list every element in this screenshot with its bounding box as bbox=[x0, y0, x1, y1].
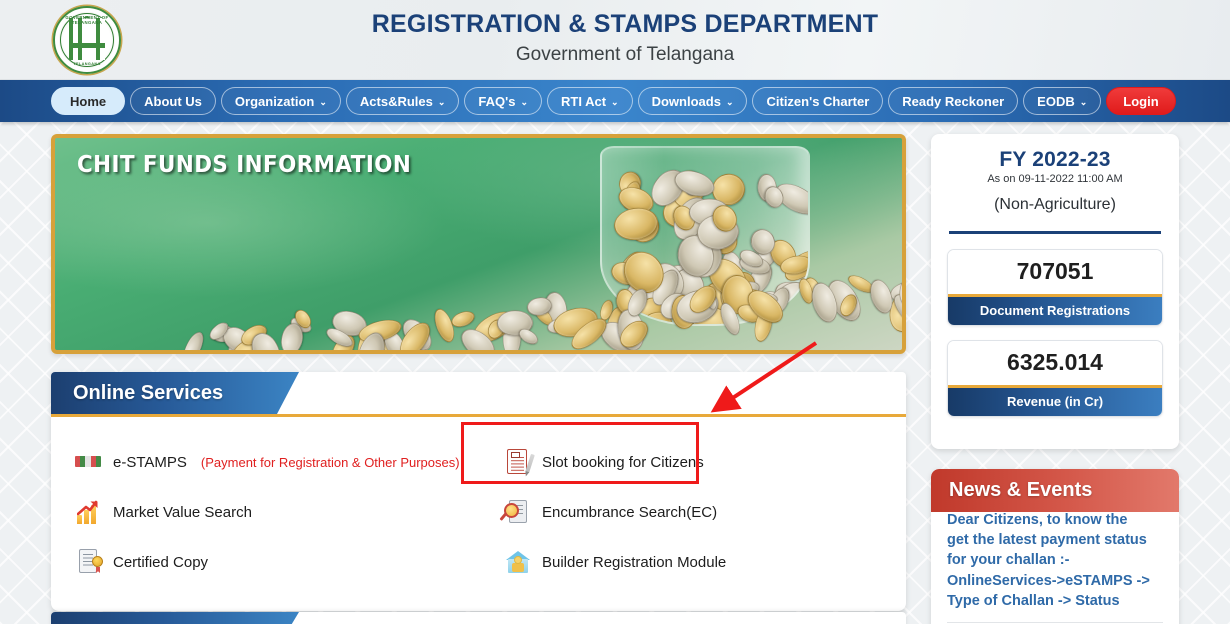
site-header: GOVERNMENT OF TELANGANA TELANGANA REGIST… bbox=[0, 0, 1230, 80]
nav-item-rti-act[interactable]: RTI Act ⌄ bbox=[547, 87, 633, 115]
nav-item-faq-s[interactable]: FAQ's ⌄ bbox=[464, 87, 543, 115]
estamps-logo-icon bbox=[75, 448, 103, 476]
services-right-column: Slot booking for Citizens Encumbrance Sea… bbox=[478, 437, 905, 587]
banner-title: CHIT FUNDS INFORMATION bbox=[77, 152, 412, 178]
service-label: Certified Copy bbox=[113, 553, 209, 571]
stat-label: Document Registrations bbox=[948, 293, 1162, 325]
next-panel-preview bbox=[51, 612, 906, 624]
stat-box-list: 707051 Document Registrations 6325.014 Reve… bbox=[947, 248, 1163, 417]
nav-item-label: Home bbox=[70, 93, 107, 109]
page-title: REGISTRATION & STAMPS DEPARTMENT bbox=[371, 10, 879, 38]
service-link-encumbrance-search-ec[interactable]: Encumbrance Search(EC) bbox=[478, 487, 905, 537]
news-events-title: News & Events bbox=[931, 468, 1179, 512]
service-link-market-value-search[interactable]: Market Value Search bbox=[51, 487, 478, 537]
chevron-down-icon: ⌄ bbox=[725, 96, 734, 107]
bar-chart-up-icon bbox=[75, 498, 103, 526]
next-panel-tab bbox=[51, 612, 299, 624]
nav-item-downloads[interactable]: Downloads ⌄ bbox=[637, 87, 748, 115]
service-label: e-STAMPS bbox=[113, 453, 187, 471]
nav-item-login[interactable]: Login bbox=[1106, 87, 1176, 115]
page-root: GOVERNMENT OF TELANGANA TELANGANA REGIST… bbox=[0, 0, 1230, 624]
document-pen-icon bbox=[504, 448, 535, 476]
online-services-body: e-STAMPS (Payment for Registration & Othe… bbox=[51, 417, 906, 611]
stat-box: 6325.014 Revenue (in Cr) bbox=[947, 339, 1163, 417]
chevron-down-icon: ⌄ bbox=[1079, 96, 1088, 107]
nav-item-label: Citizen's Charter bbox=[766, 93, 870, 109]
nav-item-acts-rules[interactable]: Acts&Rules ⌄ bbox=[345, 87, 460, 115]
chevron-down-icon: ⌄ bbox=[520, 96, 529, 107]
nav-item-label: EODB bbox=[1037, 93, 1075, 109]
document-magnifier-icon bbox=[504, 498, 532, 526]
services-left-column: e-STAMPS (Payment for Registration & Othe… bbox=[51, 437, 478, 587]
nav-item-label: Downloads bbox=[651, 93, 721, 109]
chevron-down-icon: ⌄ bbox=[319, 96, 327, 107]
fiscal-year-title: FY 2022-23 bbox=[999, 148, 1111, 171]
main-content: CHIT FUNDS INFORMATION Online Services e… bbox=[0, 122, 1230, 624]
stat-box: 707051 Document Registrations bbox=[947, 248, 1163, 326]
service-link-builder-registration-module[interactable]: Builder Registration Module bbox=[478, 537, 905, 587]
nav-item-home[interactable]: Home bbox=[51, 87, 126, 115]
stat-value: 707051 bbox=[948, 249, 1162, 294]
as-on-timestamp: As on 09-11-2022 11:00 AM bbox=[987, 173, 1123, 185]
news-events-body: Dear Citizens, to know the latest get th… bbox=[931, 509, 1179, 624]
service-link-e-stamps[interactable]: e-STAMPS (Payment for Registration & Othe… bbox=[51, 437, 478, 487]
nav-item-label: Acts&Rules bbox=[359, 93, 433, 109]
nav-item-citizen-s-charter[interactable]: Citizen's Charter bbox=[752, 87, 884, 115]
news-clipped-line: Dear Citizens, to know the latest bbox=[947, 511, 1128, 528]
nav-item-about-us[interactable]: About Us bbox=[130, 87, 216, 115]
online-services-panel: Online Services e-STAMPS (Payment for Reg… bbox=[51, 372, 906, 611]
nav-item-label: Organization bbox=[234, 93, 315, 109]
left-column: CHIT FUNDS INFORMATION Online Services e… bbox=[51, 134, 906, 624]
service-link-certified-copy[interactable]: Certified Copy bbox=[51, 537, 478, 587]
nav-item-ready-reckoner[interactable]: Ready Reckoner bbox=[888, 87, 1019, 115]
chit-funds-banner[interactable]: CHIT FUNDS INFORMATION bbox=[51, 134, 906, 354]
nav-item-label: Login bbox=[1123, 93, 1159, 109]
right-column: FY 2022-23 As on 09-11-2022 11:00 AM (No… bbox=[931, 134, 1179, 624]
nav-item-label: Ready Reckoner bbox=[902, 93, 1005, 109]
news-events-card: News & Events Dear Citizens, to know the… bbox=[931, 468, 1179, 624]
house-builder-icon bbox=[504, 548, 532, 576]
nav-item-eodb[interactable]: EODB ⌄ bbox=[1023, 87, 1102, 115]
service-label: Market Value Search bbox=[113, 503, 252, 521]
chevron-down-icon: ⌄ bbox=[437, 96, 446, 107]
nav-item-label: FAQ's bbox=[478, 93, 516, 109]
chevron-down-icon: ⌄ bbox=[611, 96, 619, 107]
stat-label: Revenue (in Cr) bbox=[948, 384, 1162, 416]
category-label: (Non-Agriculture) bbox=[994, 196, 1116, 213]
main-navigation: Home About Us Organization ⌄ Acts&Rules ⌄ FAQ'… bbox=[0, 80, 1230, 122]
service-label: Encumbrance Search(EC) bbox=[542, 503, 718, 521]
stat-value: 6325.014 bbox=[948, 340, 1162, 385]
news-separator-1 bbox=[947, 621, 1163, 623]
online-services-title: Online Services bbox=[51, 372, 299, 414]
service-link-slot-booking-for-citizens[interactable]: Slot booking for Citizens bbox=[478, 437, 905, 487]
nav-item-label: About Us bbox=[144, 93, 202, 109]
page-subtitle: Government of Telangana bbox=[515, 44, 735, 65]
stats-divider bbox=[949, 231, 1161, 234]
service-note: (Payment for Registration & Other Purpos… bbox=[200, 454, 460, 470]
news-item-link[interactable]: get the latest payment status for your c… bbox=[947, 530, 1163, 612]
statistics-card: FY 2022-23 As on 09-11-2022 11:00 AM (No… bbox=[931, 134, 1179, 449]
service-label: Slot booking for Citizens bbox=[542, 453, 704, 471]
nav-item-organization[interactable]: Organization ⌄ bbox=[220, 87, 341, 115]
nav-item-label: RTI Act bbox=[561, 93, 607, 109]
site-title-block: REGISTRATION & STAMPS DEPARTMENT Governm… bbox=[0, 10, 1230, 66]
service-label: Builder Registration Module bbox=[542, 553, 727, 571]
certificate-seal-icon bbox=[75, 548, 103, 576]
